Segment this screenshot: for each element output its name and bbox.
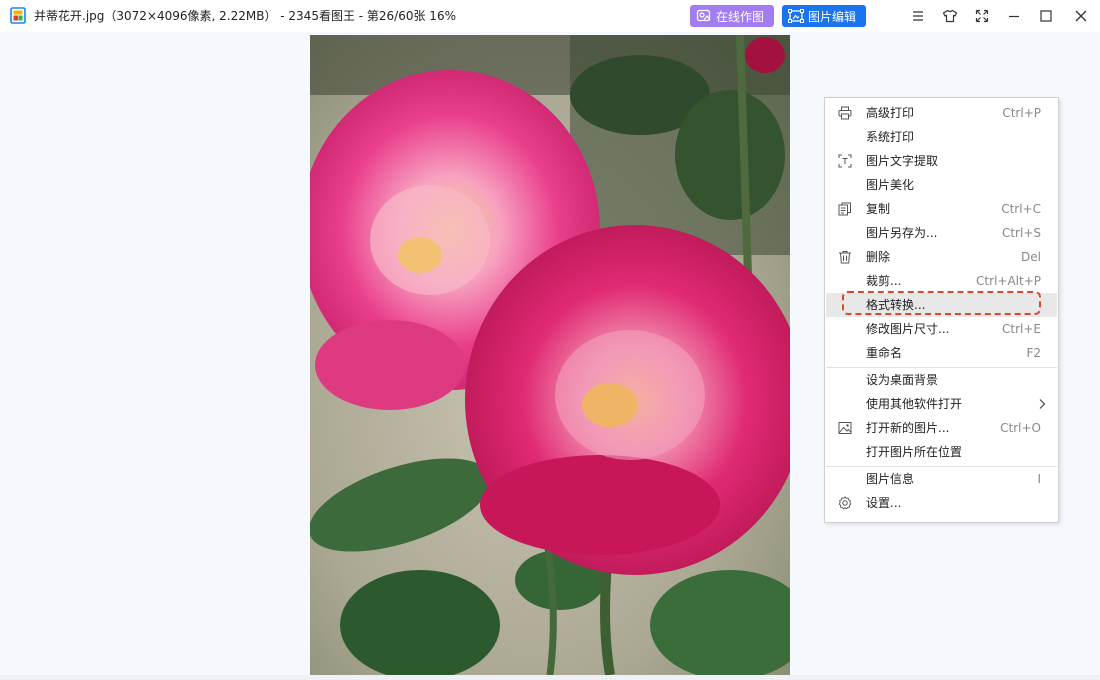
copy-icon: [838, 202, 851, 216]
rose-photo: [310, 35, 790, 675]
menu-item-crop[interactable]: 裁剪... Ctrl+Alt+P: [826, 269, 1057, 293]
photo-canvas[interactable]: [310, 35, 790, 675]
image-edit-button[interactable]: 图片编辑: [782, 5, 866, 27]
menu-item-set-wallpaper[interactable]: 设为桌面背景: [826, 368, 1057, 392]
menu-item-save-as[interactable]: 图片另存为... Ctrl+S: [826, 221, 1057, 245]
menu-item-image-info[interactable]: 图片信息 I: [826, 467, 1057, 491]
menu-item-settings[interactable]: 设置...: [826, 491, 1057, 515]
trash-icon: [839, 251, 851, 264]
online-design-label: 在线作图: [716, 9, 765, 24]
menu-item-resize[interactable]: 修改图片尺寸... Ctrl+E: [826, 317, 1057, 341]
main-menu-button[interactable]: [907, 5, 929, 27]
menu-item-open-with[interactable]: 使用其他软件打开: [826, 392, 1057, 416]
menu-item-open-location[interactable]: 打开图片所在位置: [826, 440, 1057, 464]
maximize-button[interactable]: [1035, 5, 1057, 27]
menu-item-delete[interactable]: 删除 Del: [826, 245, 1057, 269]
shirt-icon: [942, 9, 958, 23]
menu-item-beautify[interactable]: 图片美化: [826, 173, 1057, 197]
printer-icon: [838, 106, 852, 120]
menu-item-copy[interactable]: 复制 Ctrl+C: [826, 197, 1057, 221]
close-button[interactable]: [1070, 5, 1092, 27]
hamburger-menu-icon: [913, 11, 923, 21]
bottom-bar: [0, 675, 1100, 680]
app-logo-icon: [10, 7, 26, 24]
close-icon: [1075, 10, 1087, 22]
menu-item-advanced-print[interactable]: 高级打印 Ctrl+P: [826, 101, 1057, 125]
image-edit-label: 图片编辑: [808, 9, 857, 24]
image-edit-icon: [788, 9, 804, 23]
minimize-icon: [1009, 15, 1019, 18]
text-extract-icon: [838, 154, 852, 168]
menu-item-open-new-image[interactable]: 打开新的图片... Ctrl+O: [826, 416, 1057, 440]
minimize-button[interactable]: [1003, 5, 1025, 27]
menu-item-system-print[interactable]: 系统打印: [826, 125, 1057, 149]
fullscreen-button[interactable]: [971, 5, 993, 27]
online-design-icon: [696, 9, 711, 22]
menu-item-rename[interactable]: 重命名 F2: [826, 341, 1057, 365]
maximize-icon: [1040, 10, 1052, 22]
online-design-button[interactable]: 在线作图: [690, 5, 774, 27]
menu-item-format-convert[interactable]: 格式转换...: [826, 291, 1057, 317]
gear-icon: [838, 496, 852, 510]
menu-item-text-extract[interactable]: 图片文字提取: [826, 149, 1057, 173]
window-title: 并蒂花开.jpg（3072×4096像素, 2.22MB） - 2345看图王 …: [34, 9, 456, 23]
image-icon: [838, 422, 852, 434]
chevron-right-icon: [1039, 399, 1046, 409]
fullscreen-icon: [975, 9, 989, 23]
context-menu: 高级打印 Ctrl+P 系统打印 图片文字提取 图片美化 复制 Ctrl+C 图…: [824, 97, 1059, 523]
skin-button[interactable]: [939, 5, 961, 27]
title-bar: 并蒂花开.jpg（3072×4096像素, 2.22MB） - 2345看图王 …: [0, 0, 1100, 32]
